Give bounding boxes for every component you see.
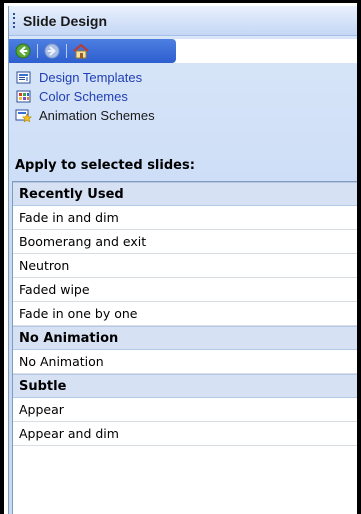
apply-to-slides-label: Apply to selected slides:	[15, 158, 195, 173]
design-templates-icon	[15, 70, 33, 86]
home-icon	[73, 44, 89, 59]
list-item[interactable]: Faded wipe	[13, 278, 357, 302]
nav-separator	[37, 44, 38, 58]
forward-button[interactable]	[42, 41, 62, 61]
animation-schemes-icon	[15, 108, 33, 124]
group-header: Subtle	[13, 374, 357, 398]
list-item[interactable]: Appear and dim	[13, 422, 357, 446]
group-header: No Animation	[13, 326, 357, 350]
list-item[interactable]: Boomerang and exit	[13, 230, 357, 254]
task-pane: Slide Design Design Templates Color Sche…	[8, 6, 357, 514]
nav-toolbar	[9, 39, 176, 63]
task-label[interactable]: Color Schemes	[39, 89, 128, 104]
forward-arrow-icon	[44, 43, 60, 59]
task-animation-schemes[interactable]: Animation Schemes	[15, 106, 155, 125]
color-schemes-icon	[15, 89, 33, 105]
list-item[interactable]: No Animation	[13, 350, 357, 374]
task-color-schemes[interactable]: Color Schemes	[15, 87, 155, 106]
animation-schemes-list[interactable]: Recently Used Fade in and dim Boomerang …	[12, 181, 357, 514]
nav-separator	[66, 44, 67, 58]
list-item[interactable]: Fade in and dim	[13, 206, 357, 230]
pane-title: Slide Design	[23, 12, 108, 29]
pane-title-bar[interactable]: Slide Design	[9, 6, 357, 36]
list-item[interactable]: Fade in one by one	[13, 302, 357, 326]
task-design-templates[interactable]: Design Templates	[15, 68, 155, 87]
grip-handle[interactable]	[9, 11, 19, 31]
back-button[interactable]	[13, 41, 33, 61]
task-label[interactable]: Animation Schemes	[39, 108, 155, 123]
back-arrow-icon	[15, 43, 31, 59]
list-item[interactable]: Neutron	[13, 254, 357, 278]
task-links: Design Templates Color Schemes Animation…	[15, 68, 155, 125]
task-label[interactable]: Design Templates	[39, 70, 142, 85]
window-frame: Slide Design Design Templates Color Sche…	[0, 0, 361, 514]
list-item[interactable]: Appear	[13, 398, 357, 422]
group-header: Recently Used	[13, 182, 357, 206]
home-button[interactable]	[71, 41, 91, 61]
pane-nav-bar	[9, 39, 357, 63]
